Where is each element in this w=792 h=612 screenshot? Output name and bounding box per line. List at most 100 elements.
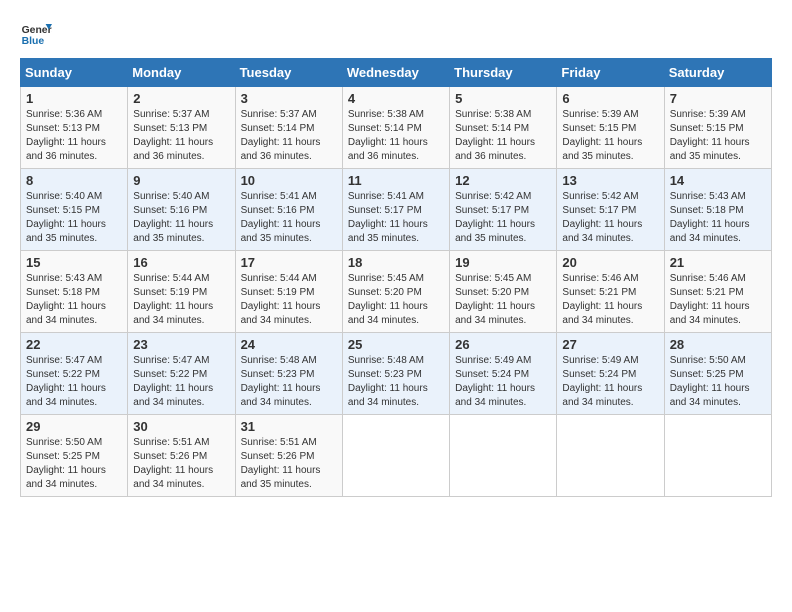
calendar-day-11: 11 Sunrise: 5:41 AMSunset: 5:17 PMDaylig… bbox=[342, 169, 449, 251]
day-info: Sunrise: 5:39 AMSunset: 5:15 PMDaylight:… bbox=[670, 109, 750, 162]
day-number: 5 bbox=[455, 91, 551, 106]
day-number: 10 bbox=[241, 173, 337, 188]
calendar-day-25: 25 Sunrise: 5:48 AMSunset: 5:23 PMDaylig… bbox=[342, 333, 449, 415]
day-number: 7 bbox=[670, 91, 766, 106]
day-number: 20 bbox=[562, 255, 658, 270]
day-info: Sunrise: 5:40 AMSunset: 5:15 PMDaylight:… bbox=[26, 191, 106, 244]
day-info: Sunrise: 5:48 AMSunset: 5:23 PMDaylight:… bbox=[241, 355, 321, 408]
calendar-day-20: 20 Sunrise: 5:46 AMSunset: 5:21 PMDaylig… bbox=[557, 251, 664, 333]
day-info: Sunrise: 5:36 AMSunset: 5:13 PMDaylight:… bbox=[26, 109, 106, 162]
calendar-week-4: 22 Sunrise: 5:47 AMSunset: 5:22 PMDaylig… bbox=[21, 333, 772, 415]
calendar-day-17: 17 Sunrise: 5:44 AMSunset: 5:19 PMDaylig… bbox=[235, 251, 342, 333]
calendar-day-30: 30 Sunrise: 5:51 AMSunset: 5:26 PMDaylig… bbox=[128, 415, 235, 497]
weekday-header-wednesday: Wednesday bbox=[342, 59, 449, 87]
day-info: Sunrise: 5:37 AMSunset: 5:13 PMDaylight:… bbox=[133, 109, 213, 162]
calendar-day-13: 13 Sunrise: 5:42 AMSunset: 5:17 PMDaylig… bbox=[557, 169, 664, 251]
calendar-week-1: 1 Sunrise: 5:36 AMSunset: 5:13 PMDayligh… bbox=[21, 87, 772, 169]
day-number: 8 bbox=[26, 173, 122, 188]
calendar-day-15: 15 Sunrise: 5:43 AMSunset: 5:18 PMDaylig… bbox=[21, 251, 128, 333]
day-number: 24 bbox=[241, 337, 337, 352]
day-number: 22 bbox=[26, 337, 122, 352]
weekday-header-tuesday: Tuesday bbox=[235, 59, 342, 87]
day-info: Sunrise: 5:41 AMSunset: 5:16 PMDaylight:… bbox=[241, 191, 321, 244]
day-info: Sunrise: 5:47 AMSunset: 5:22 PMDaylight:… bbox=[133, 355, 213, 408]
calendar-day-4: 4 Sunrise: 5:38 AMSunset: 5:14 PMDayligh… bbox=[342, 87, 449, 169]
day-number: 15 bbox=[26, 255, 122, 270]
day-number: 23 bbox=[133, 337, 229, 352]
calendar-table: SundayMondayTuesdayWednesdayThursdayFrid… bbox=[20, 58, 772, 497]
calendar-day-10: 10 Sunrise: 5:41 AMSunset: 5:16 PMDaylig… bbox=[235, 169, 342, 251]
day-info: Sunrise: 5:44 AMSunset: 5:19 PMDaylight:… bbox=[241, 273, 321, 326]
calendar-day-14: 14 Sunrise: 5:43 AMSunset: 5:18 PMDaylig… bbox=[664, 169, 771, 251]
calendar-day-8: 8 Sunrise: 5:40 AMSunset: 5:15 PMDayligh… bbox=[21, 169, 128, 251]
day-info: Sunrise: 5:51 AMSunset: 5:26 PMDaylight:… bbox=[241, 437, 321, 490]
calendar-day-9: 9 Sunrise: 5:40 AMSunset: 5:16 PMDayligh… bbox=[128, 169, 235, 251]
day-number: 19 bbox=[455, 255, 551, 270]
calendar-day-12: 12 Sunrise: 5:42 AMSunset: 5:17 PMDaylig… bbox=[450, 169, 557, 251]
calendar-day-19: 19 Sunrise: 5:45 AMSunset: 5:20 PMDaylig… bbox=[450, 251, 557, 333]
weekday-header-thursday: Thursday bbox=[450, 59, 557, 87]
day-info: Sunrise: 5:37 AMSunset: 5:14 PMDaylight:… bbox=[241, 109, 321, 162]
day-info: Sunrise: 5:43 AMSunset: 5:18 PMDaylight:… bbox=[26, 273, 106, 326]
day-number: 18 bbox=[348, 255, 444, 270]
day-info: Sunrise: 5:51 AMSunset: 5:26 PMDaylight:… bbox=[133, 437, 213, 490]
calendar-day-3: 3 Sunrise: 5:37 AMSunset: 5:14 PMDayligh… bbox=[235, 87, 342, 169]
weekday-header-monday: Monday bbox=[128, 59, 235, 87]
calendar-day-18: 18 Sunrise: 5:45 AMSunset: 5:20 PMDaylig… bbox=[342, 251, 449, 333]
calendar-day-16: 16 Sunrise: 5:44 AMSunset: 5:19 PMDaylig… bbox=[128, 251, 235, 333]
calendar-week-2: 8 Sunrise: 5:40 AMSunset: 5:15 PMDayligh… bbox=[21, 169, 772, 251]
day-number: 2 bbox=[133, 91, 229, 106]
day-number: 31 bbox=[241, 419, 337, 434]
day-number: 26 bbox=[455, 337, 551, 352]
day-info: Sunrise: 5:42 AMSunset: 5:17 PMDaylight:… bbox=[562, 191, 642, 244]
day-info: Sunrise: 5:41 AMSunset: 5:17 PMDaylight:… bbox=[348, 191, 428, 244]
day-info: Sunrise: 5:50 AMSunset: 5:25 PMDaylight:… bbox=[26, 437, 106, 490]
day-info: Sunrise: 5:40 AMSunset: 5:16 PMDaylight:… bbox=[133, 191, 213, 244]
weekday-header-friday: Friday bbox=[557, 59, 664, 87]
calendar-day-6: 6 Sunrise: 5:39 AMSunset: 5:15 PMDayligh… bbox=[557, 87, 664, 169]
calendar-day-21: 21 Sunrise: 5:46 AMSunset: 5:21 PMDaylig… bbox=[664, 251, 771, 333]
calendar-day-7: 7 Sunrise: 5:39 AMSunset: 5:15 PMDayligh… bbox=[664, 87, 771, 169]
day-number: 13 bbox=[562, 173, 658, 188]
calendar-day-22: 22 Sunrise: 5:47 AMSunset: 5:22 PMDaylig… bbox=[21, 333, 128, 415]
calendar-day-2: 2 Sunrise: 5:37 AMSunset: 5:13 PMDayligh… bbox=[128, 87, 235, 169]
calendar-day-31: 31 Sunrise: 5:51 AMSunset: 5:26 PMDaylig… bbox=[235, 415, 342, 497]
header-row: SundayMondayTuesdayWednesdayThursdayFrid… bbox=[21, 59, 772, 87]
calendar-day-23: 23 Sunrise: 5:47 AMSunset: 5:22 PMDaylig… bbox=[128, 333, 235, 415]
logo: General Blue bbox=[20, 20, 56, 48]
day-info: Sunrise: 5:50 AMSunset: 5:25 PMDaylight:… bbox=[670, 355, 750, 408]
day-info: Sunrise: 5:47 AMSunset: 5:22 PMDaylight:… bbox=[26, 355, 106, 408]
day-number: 1 bbox=[26, 91, 122, 106]
calendar-day-28: 28 Sunrise: 5:50 AMSunset: 5:25 PMDaylig… bbox=[664, 333, 771, 415]
logo-icon: General Blue bbox=[20, 20, 52, 48]
day-number: 28 bbox=[670, 337, 766, 352]
weekday-header-saturday: Saturday bbox=[664, 59, 771, 87]
day-number: 16 bbox=[133, 255, 229, 270]
day-number: 11 bbox=[348, 173, 444, 188]
day-info: Sunrise: 5:43 AMSunset: 5:18 PMDaylight:… bbox=[670, 191, 750, 244]
day-number: 17 bbox=[241, 255, 337, 270]
calendar-day-26: 26 Sunrise: 5:49 AMSunset: 5:24 PMDaylig… bbox=[450, 333, 557, 415]
day-info: Sunrise: 5:46 AMSunset: 5:21 PMDaylight:… bbox=[670, 273, 750, 326]
day-number: 27 bbox=[562, 337, 658, 352]
empty-cell bbox=[664, 415, 771, 497]
empty-cell bbox=[557, 415, 664, 497]
day-info: Sunrise: 5:49 AMSunset: 5:24 PMDaylight:… bbox=[562, 355, 642, 408]
day-info: Sunrise: 5:39 AMSunset: 5:15 PMDaylight:… bbox=[562, 109, 642, 162]
empty-cell bbox=[342, 415, 449, 497]
calendar-day-27: 27 Sunrise: 5:49 AMSunset: 5:24 PMDaylig… bbox=[557, 333, 664, 415]
calendar-day-5: 5 Sunrise: 5:38 AMSunset: 5:14 PMDayligh… bbox=[450, 87, 557, 169]
day-info: Sunrise: 5:46 AMSunset: 5:21 PMDaylight:… bbox=[562, 273, 642, 326]
day-info: Sunrise: 5:38 AMSunset: 5:14 PMDaylight:… bbox=[455, 109, 535, 162]
calendar-day-24: 24 Sunrise: 5:48 AMSunset: 5:23 PMDaylig… bbox=[235, 333, 342, 415]
day-number: 21 bbox=[670, 255, 766, 270]
day-number: 12 bbox=[455, 173, 551, 188]
day-info: Sunrise: 5:38 AMSunset: 5:14 PMDaylight:… bbox=[348, 109, 428, 162]
header: General Blue bbox=[20, 20, 772, 48]
day-info: Sunrise: 5:42 AMSunset: 5:17 PMDaylight:… bbox=[455, 191, 535, 244]
calendar-day-1: 1 Sunrise: 5:36 AMSunset: 5:13 PMDayligh… bbox=[21, 87, 128, 169]
day-number: 3 bbox=[241, 91, 337, 106]
empty-cell bbox=[450, 415, 557, 497]
day-number: 9 bbox=[133, 173, 229, 188]
day-number: 6 bbox=[562, 91, 658, 106]
